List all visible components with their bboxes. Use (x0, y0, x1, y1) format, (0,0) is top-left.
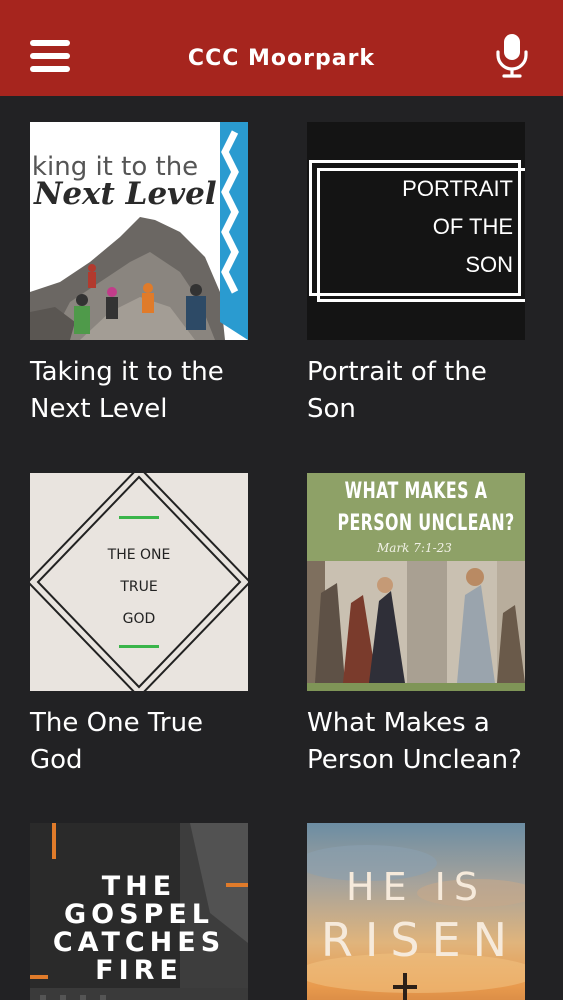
accent-divider (119, 645, 159, 648)
microphone-icon (496, 34, 528, 78)
series-title-line-2: Next Level (30, 394, 168, 424)
series-title-line-1: Taking it to the (30, 357, 224, 387)
series-artwork[interactable]: WHAT MAKES A PERSON UNCLEAN? Mark 7:1-23 (307, 473, 525, 691)
artwork-heading-line-2: PERSON UNCLEAN? (337, 511, 515, 536)
series-title-line-1: The One True (30, 708, 204, 738)
series-title-line-2: Person Unclean? (307, 745, 522, 775)
series-artwork[interactable]: HE IS RISEN (307, 823, 525, 1000)
artwork-text-line-2: Next Level (34, 176, 217, 212)
artwork-text-line-2: GOSPEL (64, 899, 214, 930)
series-title-line-1: Portrait of the (307, 357, 487, 387)
artwork-text-line-1: THE ONE (107, 547, 171, 563)
painting-image (307, 561, 525, 691)
artwork-text-line-1: THE (101, 871, 177, 902)
artwork-text-line-3: SON (465, 252, 513, 277)
voice-search-button[interactable] (495, 32, 529, 78)
series-artwork[interactable]: THE ONE TRUE GOD (30, 473, 248, 691)
accent-divider (119, 516, 159, 519)
artwork-text-line-3: CATCHES (52, 927, 226, 958)
series-title-line-2: God (30, 745, 83, 775)
artwork-text-line-2: OF THE (432, 214, 513, 239)
artwork-text-line-1: HE IS (346, 865, 486, 909)
app-header: CCC Moorpark (0, 0, 563, 96)
series-artwork[interactable]: PORTRAIT OF THE SON (307, 122, 525, 340)
artwork-heading-line-1: WHAT MAKES A (344, 479, 488, 504)
series-title[interactable]: Taking it to the Next Level (30, 354, 270, 428)
artwork-text-line-1: PORTRAIT (402, 176, 513, 201)
series-artwork[interactable]: THE GOSPEL CATCHES FIRE (30, 823, 248, 1000)
series-title[interactable]: Portrait of the Son (307, 354, 547, 428)
artwork-text-line-2: TRUE (120, 579, 158, 595)
artwork-text-line-3: GOD (122, 611, 156, 627)
artwork-text-line-2: RISEN (320, 913, 520, 967)
app-title: CCC Moorpark (187, 46, 376, 71)
series-artwork[interactable]: aking it to the Next Level (30, 122, 248, 340)
artwork-text-line-4: FIRE (95, 955, 183, 986)
sunrise-sky-image (307, 845, 525, 1000)
series-title[interactable]: The One True God (30, 705, 270, 779)
series-title-line-2: Son (307, 394, 356, 424)
series-title[interactable]: What Makes a Person Unclean? (307, 705, 547, 779)
series-title-line-1: What Makes a (307, 708, 490, 738)
scripture-reference: Mark 7:1-23 (377, 541, 452, 555)
